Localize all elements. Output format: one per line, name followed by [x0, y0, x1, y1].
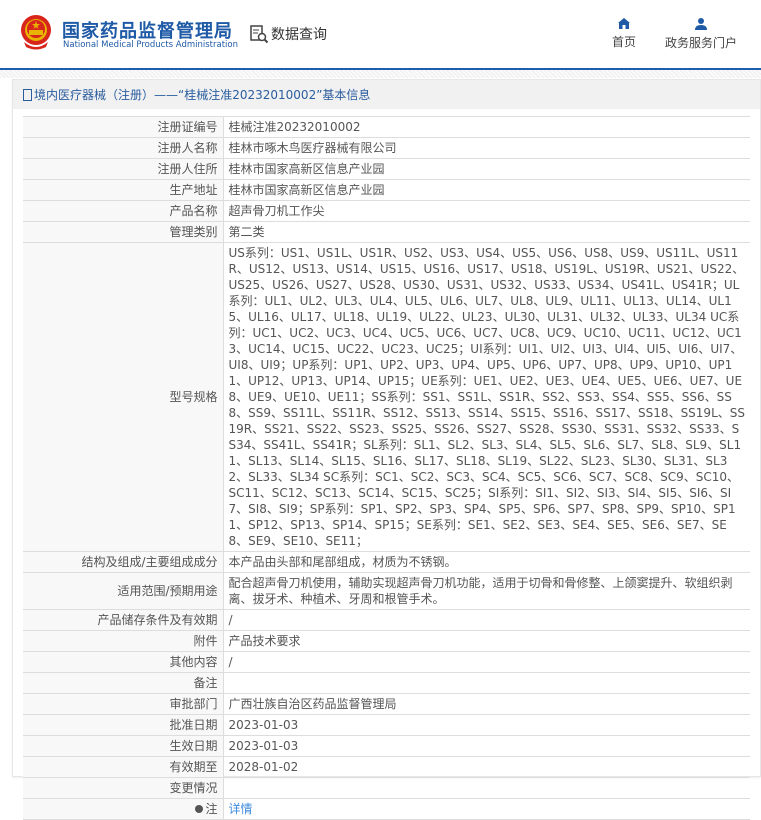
row-label: 型号规格	[23, 242, 224, 552]
row-value	[222, 777, 750, 799]
nav-home-label: 首页	[612, 35, 637, 49]
row-value: 本产品由头部和尾部组成，材质为不锈钢。	[222, 551, 750, 573]
row-value: US系列：US1、US1L、US1R、US2、US3、US4、US5、US6、U…	[222, 242, 750, 552]
row-label: 生产地址	[23, 179, 224, 201]
site-header: 国家药品监督管理局 National Medical Products Admi…	[0, 0, 761, 70]
data-query-label: 数据查询	[271, 27, 327, 43]
table-row: 有效期至 2028-01-02	[23, 756, 750, 778]
row-value: 2023-01-03	[222, 714, 750, 736]
national-emblem-icon	[21, 15, 51, 50]
row-value: 桂林市国家高新区信息产业园	[222, 158, 750, 180]
table-row: 结构及组成/主要组成成分 本产品由头部和尾部组成，材质为不锈钢。	[23, 551, 750, 573]
table-row: 型号规格 US系列：US1、US1L、US1R、US2、US3、US4、US5、U…	[23, 242, 750, 552]
row-value: 配合超声骨刀机使用，辅助实现超声骨刀机功能，适用于切骨和骨修整、上颌窦提升、软组…	[222, 572, 750, 610]
row-label: 批准日期	[23, 714, 224, 736]
row-value: /	[222, 609, 750, 631]
note-label: 注	[23, 798, 224, 820]
row-label: 注册人名称	[23, 137, 224, 159]
nav-home[interactable]: 首页	[612, 18, 636, 50]
table-row: 生产地址 桂林市国家高新区信息产业园	[23, 179, 750, 201]
row-value: 超声骨刀机工作尖	[222, 200, 750, 222]
table-row: 产品名称 超声骨刀机工作尖	[23, 200, 750, 222]
info-table: 注册证编号 桂械注准20232010002 注册人名称 桂林市啄木鸟医疗器械有限公司注…	[23, 116, 750, 820]
row-label: 备注	[23, 672, 224, 694]
row-value: /	[222, 651, 750, 673]
row-label: 注册人住所	[23, 158, 224, 180]
row-value: 2023-01-03	[222, 735, 750, 757]
table-row: 审批部门 广西壮族自治区药品监督管理局	[23, 693, 750, 715]
note-row: 注详情	[23, 798, 750, 820]
row-value	[222, 672, 750, 694]
table-row: 产品储存条件及有效期 /	[23, 609, 750, 631]
row-label: 适用范围/预期用途	[23, 572, 224, 610]
row-label: 结构及组成/主要组成成分	[23, 551, 224, 573]
site-subtitle: National Medical Products Administration	[63, 40, 238, 50]
row-value: 2028-01-02	[222, 756, 750, 778]
table-row: 附件 产品技术要求	[23, 630, 750, 652]
table-row: 批准日期 2023-01-03	[23, 714, 750, 736]
table-row: 变更情况	[23, 777, 750, 799]
row-label: 审批部门	[23, 693, 224, 715]
row-label: 有效期至	[23, 756, 224, 778]
note-label-text: 注	[205, 802, 218, 816]
nav-service-portal-label: 政务服务门户	[665, 36, 738, 50]
row-label: 生效日期	[23, 735, 224, 757]
pin-icon	[195, 805, 204, 813]
data-query-link[interactable]: 数据查询	[249, 24, 327, 44]
note-value: 详情	[222, 798, 750, 820]
row-label: 产品名称	[23, 200, 224, 222]
breadcrumb-text: 境内医疗器械（注册）——“桂械注准20232010002”基本信息	[34, 88, 371, 102]
row-value: 第二类	[222, 221, 750, 243]
row-value: 产品技术要求	[222, 630, 750, 652]
table-row: 生效日期 2023-01-03	[23, 735, 750, 757]
row-label: 产品储存条件及有效期	[23, 609, 224, 631]
table-row: 注册人名称 桂林市啄木鸟医疗器械有限公司	[23, 137, 750, 159]
table-row: 注册证编号 桂械注准20232010002	[23, 116, 750, 138]
detail-panel: 境内医疗器械（注册）——“桂械注准20232010002”基本信息 注册证编号桂…	[12, 79, 761, 820]
document-icon	[23, 88, 32, 101]
row-value: 桂林市啄木鸟医疗器械有限公司	[222, 137, 750, 159]
home-icon	[618, 18, 630, 29]
table-row: 其他内容 /	[23, 651, 750, 673]
user-icon	[695, 18, 707, 30]
table-row: 管理类别 第二类	[23, 221, 750, 243]
nav-service-portal[interactable]: 政务服务门户	[665, 18, 737, 51]
row-label: 管理类别	[23, 221, 224, 243]
table-row: 注册人住所 桂林市国家高新区信息产业园	[23, 158, 750, 180]
row-label: 附件	[23, 630, 224, 652]
table-row: 适用范围/预期用途 配合超声骨刀机使用，辅助实现超声骨刀机功能，适用于切骨和骨修整…	[23, 572, 750, 610]
document-search-icon	[250, 25, 269, 44]
table-row: 备注	[23, 672, 750, 694]
row-value: 桂林市国家高新区信息产业园	[222, 179, 750, 201]
row-label: 注册证编号	[23, 116, 224, 138]
row-value: 广西壮族自治区药品监督管理局	[222, 693, 750, 715]
row-label: 变更情况	[23, 777, 224, 799]
breadcrumb: 境内医疗器械（注册）——“桂械注准20232010002”基本信息	[13, 80, 760, 109]
divider	[0, 70, 761, 78]
details-link[interactable]: 详情	[229, 802, 253, 816]
row-label: 其他内容	[23, 651, 224, 673]
row-value: 桂械注准20232010002	[222, 116, 750, 138]
